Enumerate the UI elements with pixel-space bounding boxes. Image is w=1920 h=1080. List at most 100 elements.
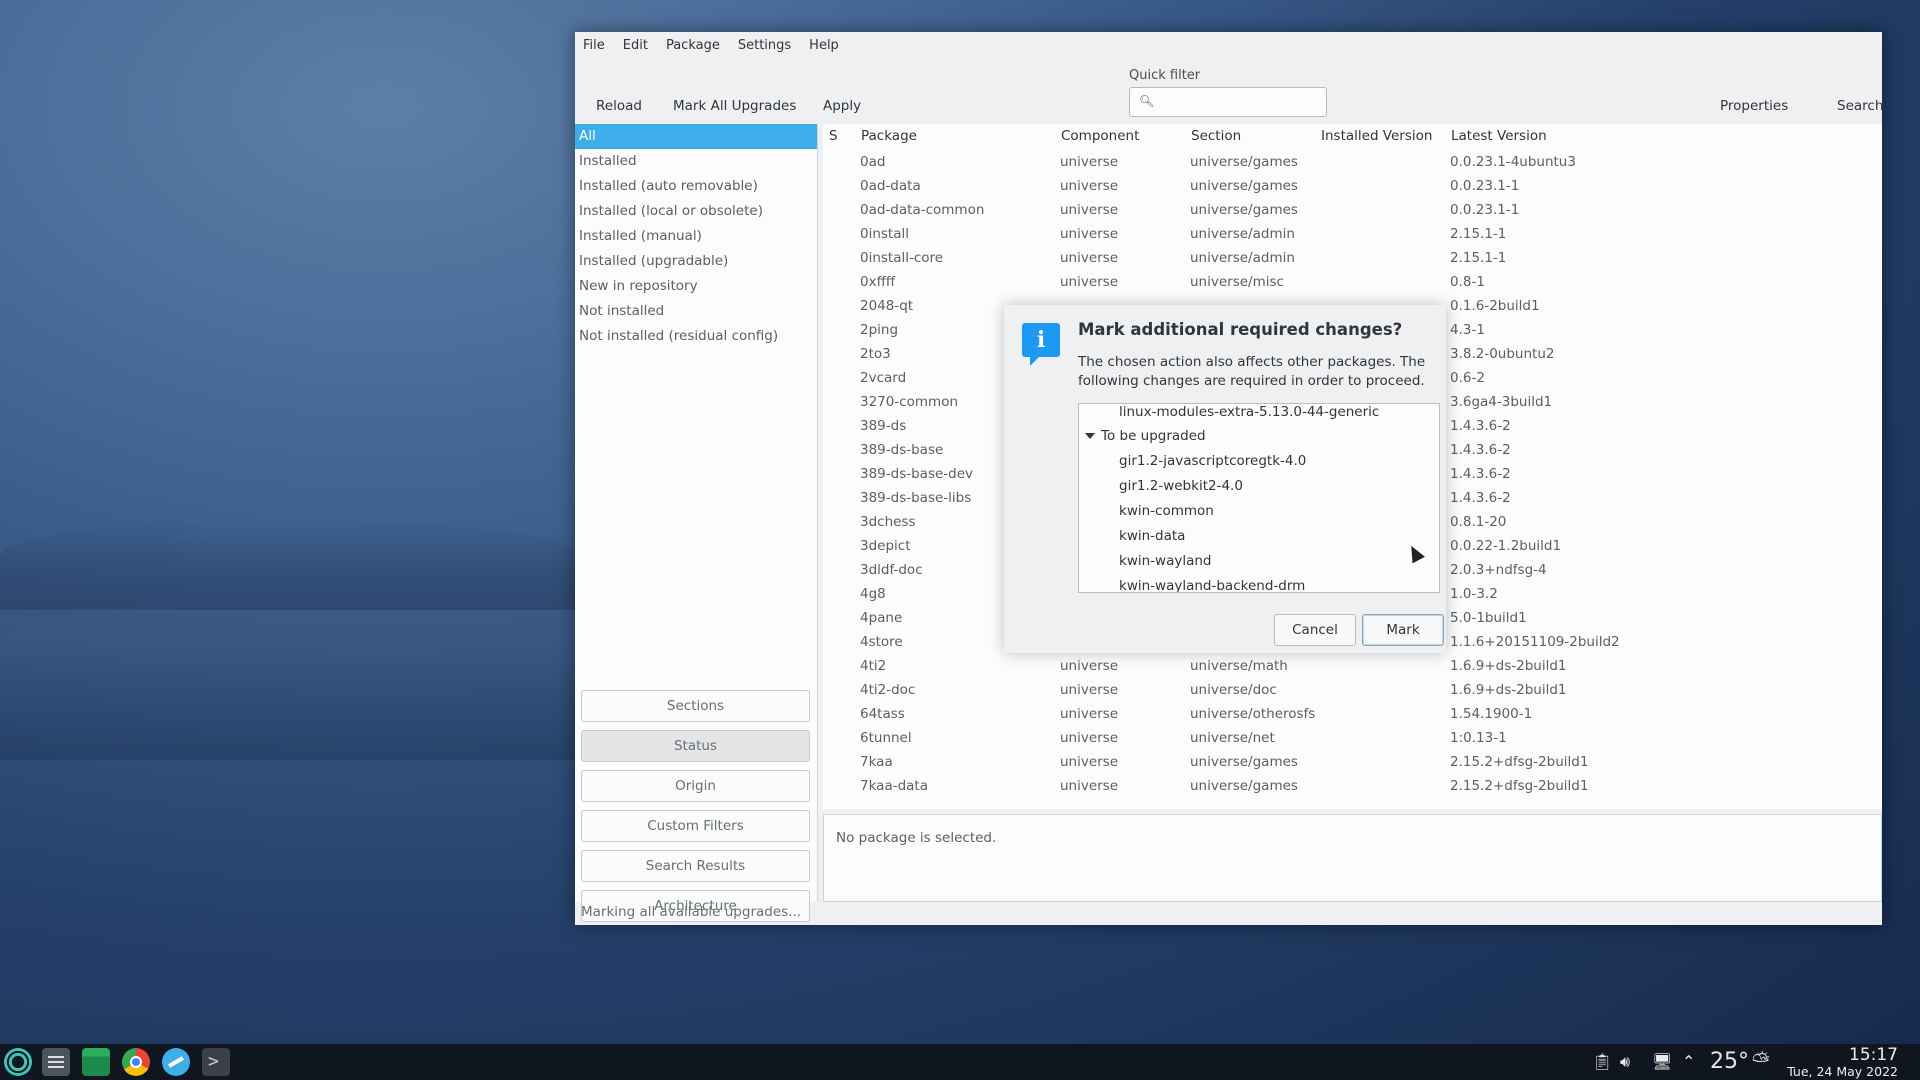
volume-icon[interactable]: 🔊︎ [1620,1044,1630,1080]
table-row[interactable]: 6tunnel universe universe/net 1:0.13-1 [823,726,1882,750]
column-installed-version[interactable]: Installed Version [1321,128,1432,144]
terminal-icon[interactable]: > [202,1048,230,1076]
package-name: 7kaa-data [860,778,928,794]
filter-item[interactable]: Installed (auto removable) [575,174,817,199]
list-item[interactable]: kwin-wayland [1119,553,1212,569]
filter-list: All Installed Installed (auto removable) In… [575,124,818,922]
filter-item[interactable]: All [575,124,817,149]
wallpaper-lake [0,560,600,760]
package-component: universe [1060,178,1119,194]
custom-filters-button[interactable]: Custom Filters [581,810,810,842]
table-row[interactable]: 4ti2 universe universe/math 1.6.9+ds-2build… [823,654,1882,678]
package-component: universe [1060,154,1119,170]
filter-item[interactable]: Installed (manual) [575,224,817,249]
package-name: 2048-qt [860,298,914,314]
quick-filter-field[interactable] [1156,90,1325,116]
package-component: universe [1060,730,1119,746]
search-results-button[interactable]: Search Results [581,850,810,882]
cancel-button[interactable]: Cancel [1274,614,1356,646]
filter-item[interactable]: Installed (local or obsolete) [575,199,817,224]
dialog-title: Mark additional required changes? [1078,320,1403,339]
package-latest-version: 5.0-1build1 [1450,610,1527,626]
properties-button[interactable]: Properties [1720,98,1788,114]
package-section: universe/net [1190,730,1275,746]
package-section: universe/admin [1190,226,1295,242]
column-component[interactable]: Component [1061,128,1139,144]
package-component: universe [1060,202,1119,218]
list-item[interactable]: kwin-wayland-backend-drm [1119,578,1305,592]
package-latest-version: 1.4.3.6-2 [1450,418,1511,434]
package-latest-version: 1.6.9+ds-2build1 [1450,682,1567,698]
list-item[interactable]: gir1.2-webkit2-4.0 [1119,478,1243,494]
menu-file[interactable]: File [575,38,615,53]
package-section: universe/games [1190,178,1298,194]
column-package[interactable]: Package [861,128,917,144]
package-name: 0xffff [860,274,896,290]
menu-help[interactable]: Help [801,38,849,53]
table-row[interactable]: 64tass universe universe/otherosfs 1.54.190… [823,702,1882,726]
software-icon[interactable] [162,1048,190,1076]
filter-item[interactable]: New in repository [575,274,817,299]
network-icon[interactable]: 🖥︎ [1652,1044,1672,1080]
table-row[interactable]: 0ad-data-common universe universe/games 0.0… [823,198,1882,222]
sections-button[interactable]: Sections [581,690,810,722]
package-name: 389-ds-base-libs [860,490,972,506]
list-item[interactable]: kwin-common [1119,503,1214,519]
menu-settings[interactable]: Settings [730,38,801,53]
reload-button[interactable]: Reload [596,98,642,114]
package-latest-version: 0.0.23.1-1 [1450,178,1520,194]
file-manager-icon[interactable] [82,1048,110,1076]
package-latest-version: 1.4.3.6-2 [1450,466,1511,482]
changes-list[interactable]: linux-modules-extra-5.13.0-44-generic To… [1078,403,1440,593]
table-row[interactable]: 7kaa universe universe/games 2.15.2+dfsg-2b… [823,750,1882,774]
app-launcher-icon[interactable] [4,1048,32,1076]
search-button[interactable]: Search [1837,98,1883,114]
filter-item[interactable]: Not installed [575,299,817,324]
table-row[interactable]: 0install-core universe universe/admin 2.15.… [823,246,1882,270]
package-latest-version: 2.15.2+dfsg-2build1 [1450,778,1589,794]
status-bar: Marking all available upgrades... [581,904,802,920]
apply-button[interactable]: Apply [823,98,861,114]
table-row[interactable]: 4ti2-doc universe universe/doc 1.6.9+ds-2bu… [823,678,1882,702]
package-latest-version: 3.6ga4-3build1 [1450,394,1553,410]
package-section: universe/misc [1190,274,1284,290]
filter-item[interactable]: Installed (upgradable) [575,249,817,274]
mark-all-upgrades-button[interactable]: Mark All Upgrades [673,98,796,114]
expand-triangle-icon[interactable] [1085,433,1095,439]
package-details: No package is selected. [823,814,1882,902]
package-latest-version: 1.4.3.6-2 [1450,442,1511,458]
settings-manager-icon[interactable] [42,1048,70,1076]
toolbar: Reload Mark All Upgrades Apply Quick fil… [575,60,1883,126]
list-item[interactable]: kwin-data [1119,528,1185,544]
package-latest-version: 1.4.3.6-2 [1450,490,1511,506]
package-component: universe [1060,658,1119,674]
clipboard-icon[interactable]: 📋︎ [1592,1044,1612,1080]
temperature-text[interactable]: 25° [1710,1044,1749,1080]
filter-item[interactable]: Installed [575,149,817,174]
list-item[interactable]: linux-modules-extra-5.13.0-44-generic [1119,404,1379,420]
group-to-be-upgraded[interactable]: To be upgraded [1085,428,1206,444]
list-item[interactable]: gir1.2-javascriptcoregtk-4.0 [1119,453,1306,469]
column-latest-version[interactable]: Latest Version [1451,128,1547,144]
column-section[interactable]: Section [1191,128,1241,144]
column-status[interactable]: S [829,128,838,144]
table-row[interactable]: 7kaa-data universe universe/games 2.15.2+df… [823,774,1882,798]
package-name: 7kaa [860,754,893,770]
filter-item[interactable]: Not installed (residual config) [575,324,817,349]
status-button[interactable]: Status [581,730,810,762]
table-row[interactable]: 0ad universe universe/games 0.0.23.1-4ubunt… [823,150,1882,174]
chrome-icon[interactable] [122,1048,150,1076]
menu-edit[interactable]: Edit [615,38,658,53]
clock[interactable]: 15:17 Tue, 24 May 2022 [1787,1046,1898,1079]
package-latest-version: 2.15.2+dfsg-2build1 [1450,754,1589,770]
origin-button[interactable]: Origin [581,770,810,802]
table-row[interactable]: 0install universe universe/admin 2.15.1-1 [823,222,1882,246]
table-row[interactable]: 0ad-data universe universe/games 0.0.23.1-1 [823,174,1882,198]
mark-button[interactable]: Mark [1362,614,1444,646]
quick-filter-input[interactable]: 🔍︎ [1129,87,1327,117]
menu-package[interactable]: Package [658,38,730,53]
weather-icon[interactable]: ⛅︎ [1752,1044,1770,1080]
package-name: 389-ds-base-dev [860,466,974,482]
table-row[interactable]: 0xffff universe universe/misc 0.8-1 [823,270,1882,294]
chevron-up-icon[interactable]: ⌃ [1682,1044,1695,1080]
